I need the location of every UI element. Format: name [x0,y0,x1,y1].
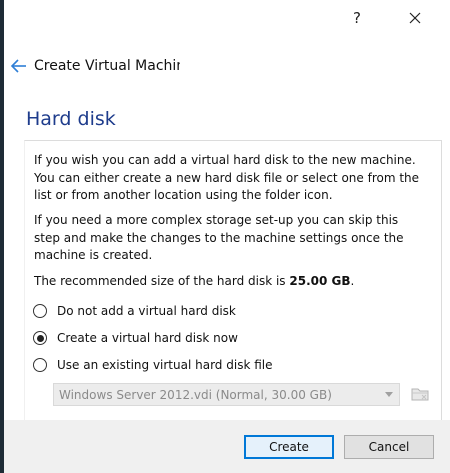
create-button[interactable]: Create [244,435,334,459]
page-title: Hard disk [26,108,116,130]
wizard-header: Create Virtual Machine [4,45,444,89]
chevron-down-icon [385,392,393,397]
recommended-size-prefix: The recommended size of the hard disk is [34,274,290,288]
recommended-size-suffix: . [350,274,355,288]
help-button[interactable]: ? [334,0,380,36]
title-bar: ? [4,0,450,36]
recommended-size-value: 25.00 GB [289,274,351,288]
folder-icon[interactable] [409,383,431,405]
existing-disk-select[interactable]: Windows Server 2012.vdi (Normal, 30.00 G… [53,383,400,406]
option-no-disk[interactable]: Do not add a virtual hard disk [32,302,236,320]
radio-no-disk[interactable] [33,304,47,318]
existing-disk-value: Windows Server 2012.vdi (Normal, 30.00 G… [59,387,332,402]
option-existing-disk-label: Use an existing virtual hard disk file [57,358,273,372]
description-paragraph: If you wish you can add a virtual hard d… [34,153,420,202]
back-arrow-icon[interactable] [10,57,28,75]
radio-create-disk[interactable] [33,331,47,345]
close-icon [409,12,421,24]
option-existing-disk[interactable]: Use an existing virtual hard disk file [32,356,272,374]
storage-paragraph: If you need a more complex storage set-u… [34,213,404,262]
radio-existing-disk[interactable] [33,358,47,372]
option-create-disk[interactable]: Create a virtual hard disk now [32,329,238,347]
option-create-disk-label: Create a virtual hard disk now [57,331,238,345]
close-button[interactable] [392,0,438,36]
create-vm-dialog: ? Create Virtual Machine Hard disk If yo… [0,0,450,473]
wizard-title: Create Virtual Machine [34,58,180,74]
option-no-disk-label: Do not add a virtual hard disk [57,304,236,318]
recommended-size-text: The recommended size of the hard disk is… [34,273,424,291]
cancel-button[interactable]: Cancel [344,435,434,459]
